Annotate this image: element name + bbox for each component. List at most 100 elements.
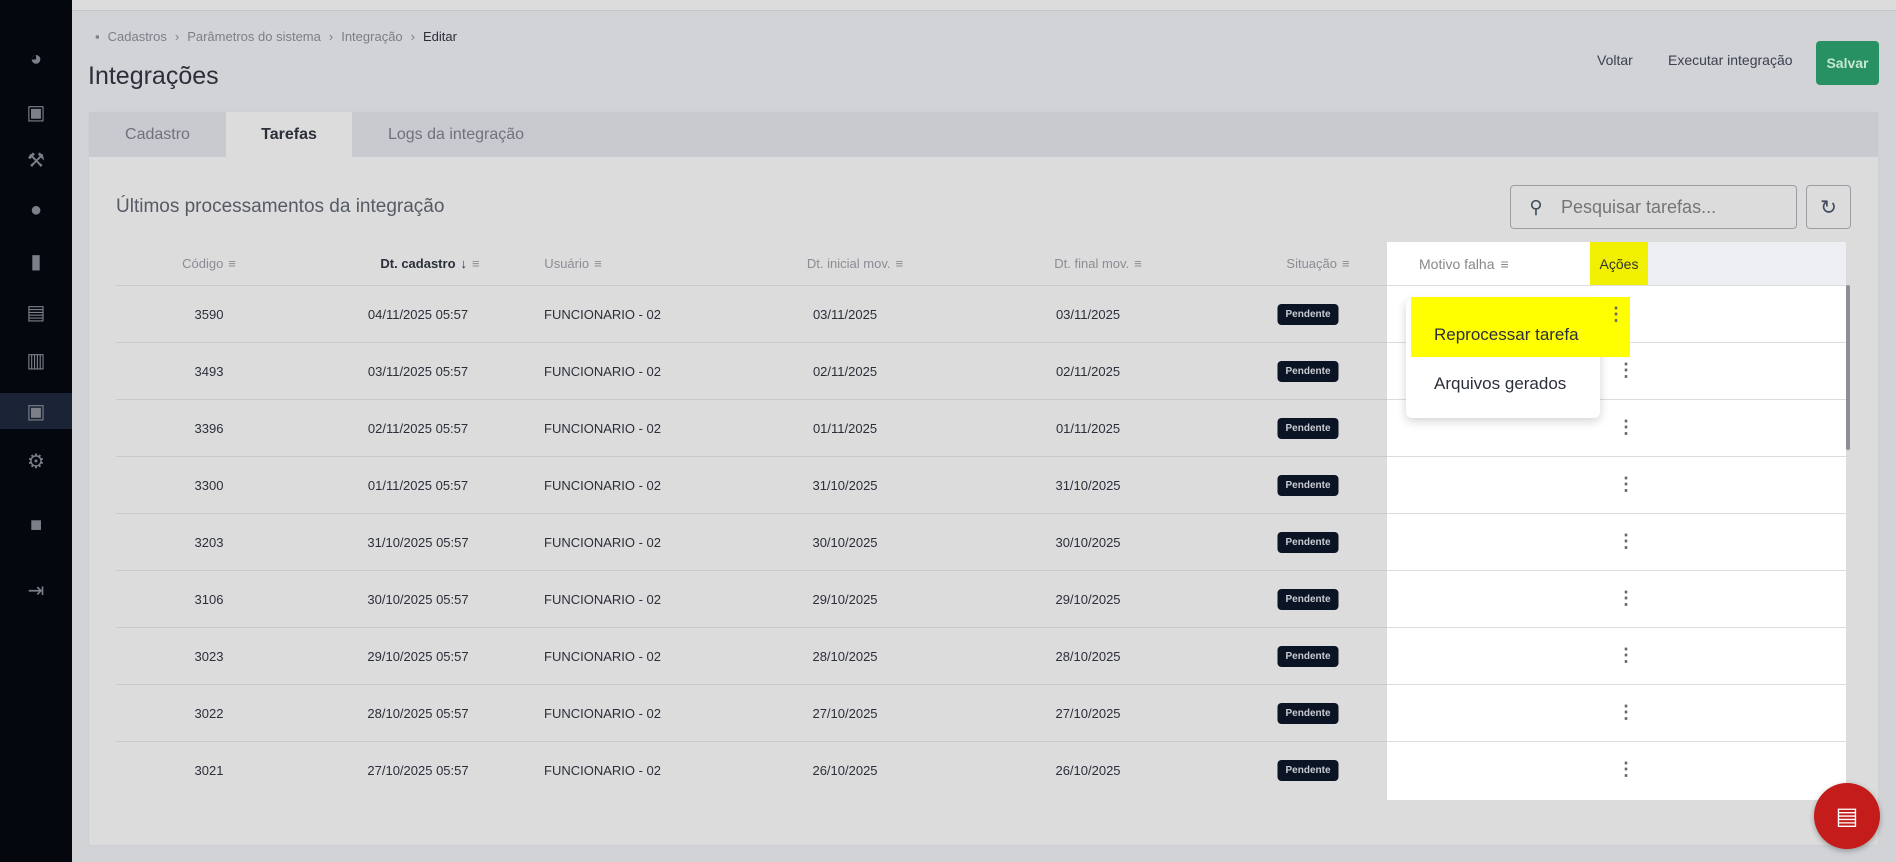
cell-dt-inicial: 30/10/2025 — [812, 535, 878, 550]
breadcrumb-editar: Editar — [423, 29, 457, 44]
more-vert-icon[interactable]: ⋮ — [1616, 361, 1636, 379]
row-divider — [1387, 684, 1846, 685]
save-icon[interactable]: ▣ — [0, 94, 72, 130]
breadcrumb: ▪ Cadastros › Parâmetros do sistema › Inte… — [95, 29, 457, 44]
status-badge: Pendente — [1277, 703, 1339, 724]
status-badge: Pendente — [1277, 418, 1339, 439]
chevron-icon: › — [410, 29, 415, 44]
status-badge: Pendente — [1277, 304, 1339, 325]
column-header-dt-final[interactable]: Dt. final mov. ≡ — [1054, 242, 1141, 285]
tools-icon[interactable]: ⚒ — [0, 142, 72, 178]
more-vert-icon[interactable]: ⋮ — [1606, 305, 1626, 323]
cell-dt-cadastro: 02/11/2025 05:57 — [367, 421, 469, 436]
more-vert-icon[interactable]: ⋮ — [1616, 532, 1636, 550]
row-divider — [1387, 627, 1846, 628]
sidebar: ◕ ▣ ⚒ ● ▮ ▤ ▥ ▣ ⚙ ■ ⇥ — [0, 0, 72, 862]
menu-item-arquivos[interactable]: Arquivos gerados — [1434, 374, 1566, 394]
search-field[interactable]: ⚲ — [1510, 185, 1797, 229]
section-title: Últimos processamentos da integração — [116, 196, 445, 217]
cell-situacao: Pendente — [1277, 742, 1339, 799]
feedback-icon[interactable]: ■ — [0, 507, 72, 543]
status-badge: Pendente — [1277, 361, 1339, 382]
filter-icon[interactable]: ≡ — [895, 256, 903, 271]
filter-icon[interactable]: ≡ — [1134, 256, 1142, 271]
filter-icon[interactable]: ≡ — [472, 256, 480, 271]
column-label: Situação — [1286, 256, 1337, 271]
scrollbar[interactable] — [1846, 285, 1850, 450]
search-input[interactable] — [1561, 196, 1781, 218]
chevron-icon: › — [174, 29, 180, 44]
cell-codigo: 3106 — [194, 592, 224, 607]
save-button[interactable]: Salvar — [1816, 41, 1879, 85]
cell-dt-inicial: 29/10/2025 — [812, 592, 878, 607]
cell-situacao: Pendente — [1277, 628, 1339, 685]
cell-dt-inicial: 28/10/2025 — [812, 649, 878, 664]
cell-codigo: 3396 — [194, 421, 224, 436]
filter-icon[interactable]: ≡ — [1342, 256, 1350, 271]
menu-item-reprocessar[interactable]: Reprocessar tarefa — [1434, 325, 1579, 345]
column-header-codigo[interactable]: Código ≡ — [182, 242, 236, 285]
reports-icon[interactable]: ▮ — [0, 243, 72, 279]
cell-dt-final: 28/10/2025 — [1055, 649, 1121, 664]
status-badge: Pendente — [1277, 589, 1339, 610]
cell-usuario: FUNCIONARIO - 02 — [544, 364, 662, 379]
header-filler — [1648, 242, 1846, 285]
cell-situacao: Pendente — [1277, 514, 1339, 571]
cell-dt-cadastro: 28/10/2025 05:57 — [367, 706, 469, 721]
cell-dt-final: 01/11/2025 — [1055, 421, 1121, 436]
status-badge: Pendente — [1277, 646, 1339, 667]
more-vert-icon[interactable]: ⋮ — [1616, 475, 1636, 493]
more-vert-icon[interactable]: ⋮ — [1616, 589, 1636, 607]
logout-icon[interactable]: ⇥ — [0, 572, 72, 608]
breadcrumb-cadastros[interactable]: Cadastros — [108, 29, 167, 44]
cell-usuario: FUNCIONARIO - 02 — [544, 649, 662, 664]
cell-codigo: 3203 — [194, 535, 224, 550]
column-header-dt-cadastro[interactable]: Dt. cadastro ↓ ≡ — [380, 242, 479, 285]
more-vert-icon[interactable]: ⋮ — [1616, 703, 1636, 721]
filter-icon[interactable]: ≡ — [228, 256, 236, 271]
run-integration-button[interactable]: Executar integração — [1668, 52, 1793, 68]
more-vert-icon[interactable]: ⋮ — [1616, 646, 1636, 664]
tab-bar: Cadastro Tarefas Logs da integração — [89, 112, 1878, 157]
more-vert-icon[interactable]: ⋮ — [1616, 418, 1636, 436]
settings-icon[interactable]: ⚙ — [0, 443, 72, 479]
cell-dt-inicial: 27/10/2025 — [812, 706, 878, 721]
breadcrumb-integracao[interactable]: Integração — [341, 29, 402, 44]
cell-situacao: Pendente — [1277, 571, 1339, 628]
cadastros-icon[interactable]: ▣ — [0, 393, 72, 429]
cell-usuario: FUNCIONARIO - 02 — [544, 763, 662, 778]
column-header-dt-inicial[interactable]: Dt. inicial mov. ≡ — [807, 242, 903, 285]
sort-down-icon[interactable]: ↓ — [461, 256, 468, 271]
row-divider — [1387, 741, 1846, 742]
column-header-usuario[interactable]: Usuário ≡ — [544, 242, 601, 285]
filter-icon[interactable]: ≡ — [1500, 256, 1508, 272]
breadcrumb-parametros[interactable]: Parâmetros do sistema — [187, 29, 321, 44]
top-bar — [72, 0, 1896, 11]
refresh-button[interactable]: ↻ — [1806, 185, 1851, 229]
cell-dt-inicial: 02/11/2025 — [812, 364, 878, 379]
tab-tarefas[interactable]: Tarefas — [226, 112, 352, 157]
cell-usuario: FUNCIONARIO - 02 — [544, 535, 662, 550]
cell-situacao: Pendente — [1277, 685, 1339, 742]
cell-dt-final: 02/11/2025 — [1055, 364, 1121, 379]
breadcrumb-icon: ▪ — [95, 29, 100, 44]
column-header-situacao[interactable]: Situação ≡ — [1286, 242, 1349, 285]
chat-button[interactable]: ▤ — [1814, 783, 1880, 849]
tab-logs[interactable]: Logs da integração — [352, 112, 560, 157]
highlighted-header: Motivo falha ≡ Ações — [1387, 242, 1846, 285]
filter-icon[interactable]: ≡ — [594, 256, 602, 271]
column-header-motivo[interactable]: Motivo falha ≡ — [1419, 242, 1509, 285]
refresh-icon: ↻ — [1820, 196, 1837, 219]
column-label: Código — [182, 256, 224, 271]
more-vert-icon[interactable]: ⋮ — [1616, 760, 1636, 778]
cell-usuario: FUNCIONARIO - 02 — [544, 307, 662, 322]
dashboard-icon[interactable]: ◕ — [0, 41, 72, 77]
back-button[interactable]: Voltar — [1597, 52, 1633, 68]
page-title: Integrações — [88, 62, 219, 90]
finance-icon[interactable]: ● — [0, 192, 72, 228]
clipboard-icon[interactable]: ▤ — [0, 294, 72, 330]
documents-icon[interactable]: ▥ — [0, 342, 72, 378]
tab-cadastro[interactable]: Cadastro — [89, 112, 226, 157]
cell-dt-final: 30/10/2025 — [1055, 535, 1121, 550]
cell-dt-final: 27/10/2025 — [1055, 706, 1121, 721]
